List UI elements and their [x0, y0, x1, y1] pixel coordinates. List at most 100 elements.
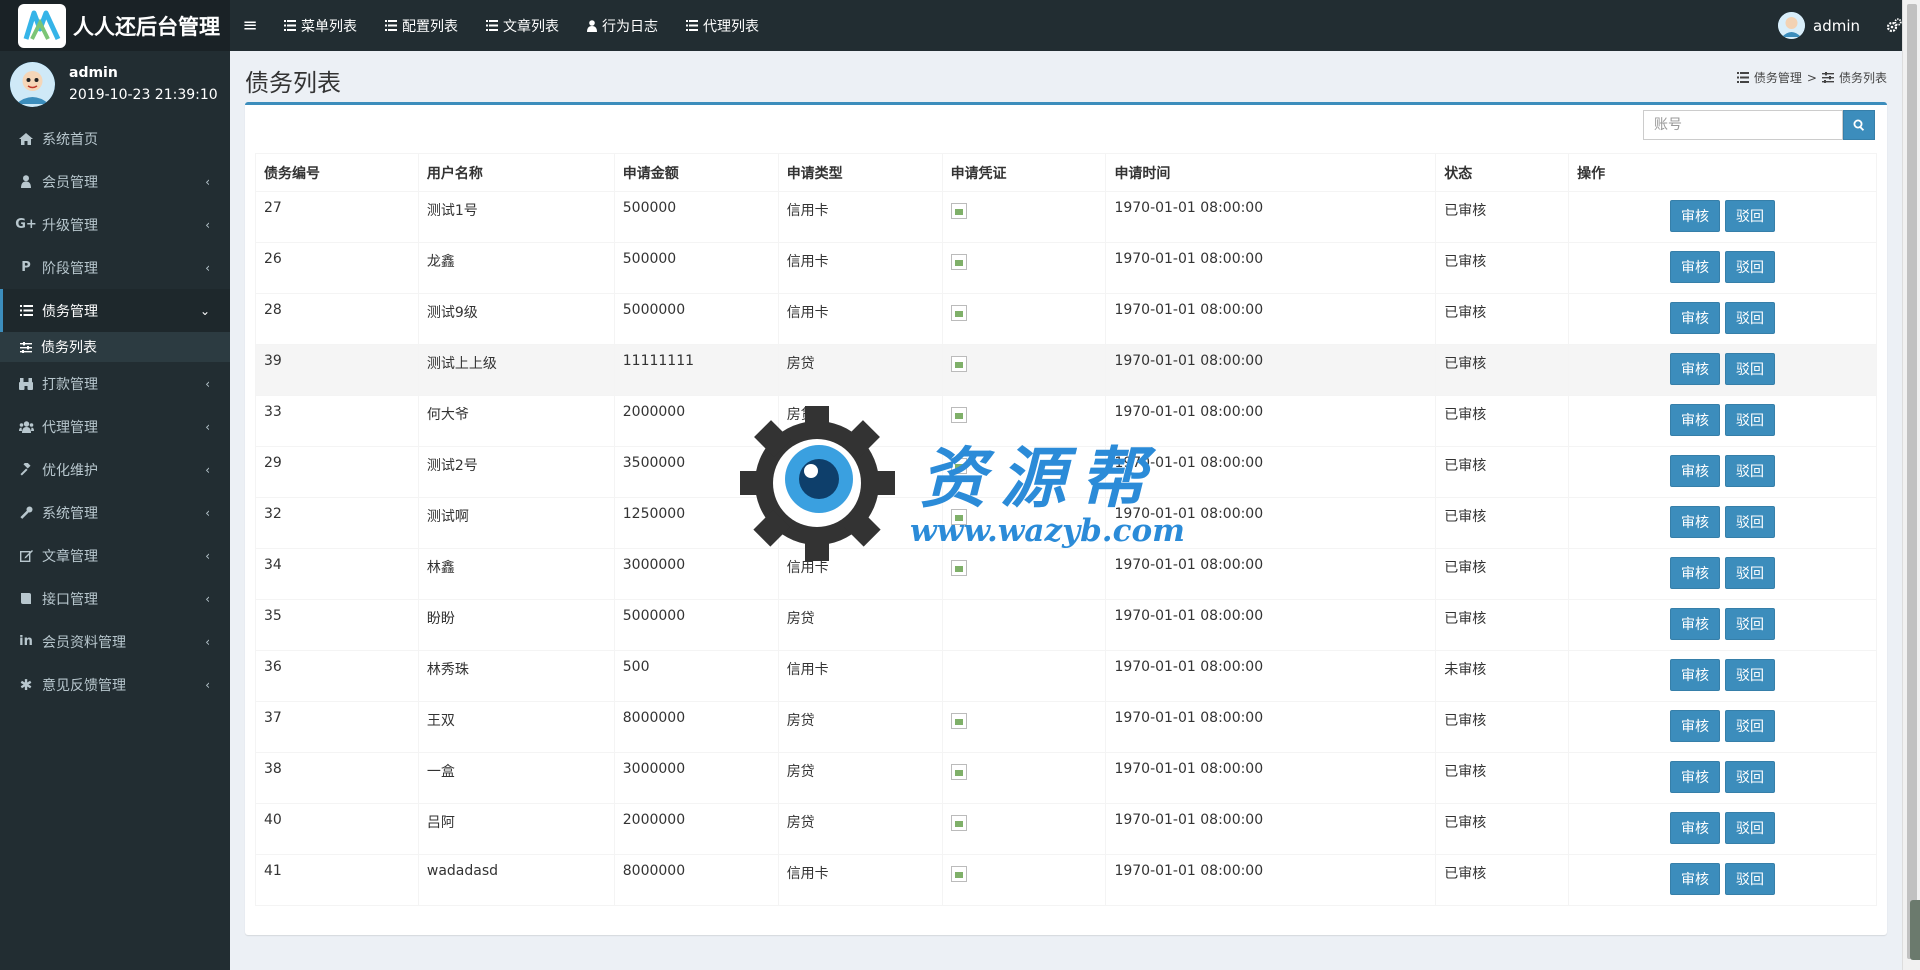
cell-voucher: [941, 293, 1107, 345]
cell-actions: 审核 驳回: [1568, 548, 1877, 600]
sidebar-item-upgrade[interactable]: G+ 升级管理 ‹: [0, 203, 230, 246]
column-header[interactable]: 状态: [1435, 153, 1570, 192]
cell-name: 林鑫: [417, 548, 615, 600]
cell-actions: 审核 驳回: [1568, 395, 1877, 447]
voucher-image-icon[interactable]: [950, 407, 967, 423]
voucher-image-icon[interactable]: [950, 509, 967, 525]
topnav-item-config-list[interactable]: 配置列表: [371, 0, 472, 51]
side-widget[interactable]: [1910, 900, 1920, 960]
user-menu[interactable]: admin: [1762, 12, 1876, 39]
top-right: admin: [1762, 0, 1920, 51]
topnav-item-behavior-log[interactable]: 行为日志: [573, 0, 672, 51]
table-row: 33 何大爷 2000000 房贷 1970-01-01 08:00:00 已审核 审核 驳回: [255, 395, 1877, 447]
reject-button[interactable]: 驳回: [1725, 404, 1776, 436]
approve-button[interactable]: 审核: [1670, 608, 1721, 640]
search-button[interactable]: [1843, 110, 1875, 140]
column-header[interactable]: 申请时间: [1105, 153, 1437, 192]
reject-button[interactable]: 驳回: [1725, 455, 1776, 487]
sidebar-item-home[interactable]: 系统首页: [0, 117, 230, 160]
sidebar-item-optimize[interactable]: 优化维护 ‹: [0, 448, 230, 491]
approve-button[interactable]: 审核: [1670, 812, 1721, 844]
cell-amount: 3500000: [613, 446, 779, 498]
approve-button[interactable]: 审核: [1670, 251, 1721, 283]
pinterest-icon: P: [21, 260, 31, 275]
reject-button[interactable]: 驳回: [1725, 353, 1776, 385]
sidebar-item-system[interactable]: 系统管理 ‹: [0, 491, 230, 534]
topnav-item-article-list[interactable]: 文章列表: [472, 0, 573, 51]
cell-type: 信用卡: [777, 293, 943, 345]
topnav-item-agent-list[interactable]: 代理列表: [672, 0, 773, 51]
sidebar-toggle-icon[interactable]: ≡: [230, 15, 270, 36]
cell-id: 34: [255, 548, 419, 600]
topnav-item-menu-list[interactable]: 菜单列表: [270, 0, 371, 51]
reject-button[interactable]: 驳回: [1725, 506, 1776, 538]
cell-voucher: [941, 395, 1107, 447]
voucher-image-icon[interactable]: [950, 713, 967, 729]
search-input[interactable]: [1643, 110, 1843, 140]
sidebar-item-agent[interactable]: 代理管理 ‹: [0, 405, 230, 448]
cell-time: 1970-01-01 08:00:00: [1105, 191, 1437, 243]
user-time: 2019-10-23 21:39:10: [69, 87, 218, 103]
sidebar-item-stage[interactable]: P 阶段管理 ‹: [0, 246, 230, 289]
google-plus-icon: G+: [15, 217, 37, 232]
column-header[interactable]: 用户名称: [417, 153, 615, 192]
cell-type: 房贷: [777, 752, 943, 804]
reject-button[interactable]: 驳回: [1725, 251, 1776, 283]
reject-button[interactable]: 驳回: [1725, 863, 1776, 895]
sidebar-subitem-debt-list[interactable]: 债务列表: [0, 332, 230, 362]
approve-button[interactable]: 审核: [1670, 710, 1721, 742]
approve-button[interactable]: 审核: [1670, 863, 1721, 895]
cell-name: 测试啊: [417, 497, 615, 549]
voucher-image-icon[interactable]: [950, 815, 967, 831]
column-header[interactable]: 申请金额: [613, 153, 779, 192]
breadcrumb-parent[interactable]: 债务管理: [1754, 69, 1802, 86]
reject-button[interactable]: 驳回: [1725, 557, 1776, 589]
sidebar-item-article[interactable]: 文章管理 ‹: [0, 534, 230, 577]
reject-button[interactable]: 驳回: [1725, 200, 1776, 232]
brand[interactable]: 人人还后台管理: [0, 0, 230, 51]
approve-button[interactable]: 审核: [1670, 404, 1721, 436]
page-scrollbar[interactable]: [1902, 0, 1920, 970]
approve-button[interactable]: 审核: [1670, 353, 1721, 385]
reject-button[interactable]: 驳回: [1725, 710, 1776, 742]
approve-button[interactable]: 审核: [1670, 659, 1721, 691]
approve-button[interactable]: 审核: [1670, 761, 1721, 793]
voucher-image-icon[interactable]: [950, 866, 967, 882]
voucher-image-icon[interactable]: [950, 356, 967, 372]
scrollbar-thumb[interactable]: [1907, 4, 1917, 959]
sidebar-item-debt[interactable]: 债务管理 ⌄: [0, 289, 230, 332]
column-header[interactable]: 申请凭证: [941, 153, 1107, 192]
approve-button[interactable]: 审核: [1670, 506, 1721, 538]
reject-button[interactable]: 驳回: [1725, 608, 1776, 640]
sidebar-item-members[interactable]: 会员管理 ‹: [0, 160, 230, 203]
sidebar-item-member-profile[interactable]: in 会员资料管理 ‹: [0, 620, 230, 663]
column-header[interactable]: 债务编号: [255, 153, 419, 192]
voucher-image-icon[interactable]: [950, 203, 967, 219]
approve-button[interactable]: 审核: [1670, 455, 1721, 487]
approve-button[interactable]: 审核: [1670, 200, 1721, 232]
reject-button[interactable]: 驳回: [1725, 302, 1776, 334]
voucher-image-icon[interactable]: [950, 254, 967, 270]
voucher-image-icon[interactable]: [950, 560, 967, 576]
reject-button[interactable]: 驳回: [1725, 812, 1776, 844]
cell-type: 信用卡: [777, 548, 943, 600]
voucher-image-icon[interactable]: [950, 458, 967, 474]
sidebar-item-label: 会员资料管理: [42, 634, 126, 651]
approve-button[interactable]: 审核: [1670, 302, 1721, 334]
asterisk-icon: ✱: [19, 675, 33, 694]
edit-icon: [18, 548, 34, 564]
reject-button[interactable]: 驳回: [1725, 659, 1776, 691]
sidebar-item-api[interactable]: 接口管理 ‹: [0, 577, 230, 620]
voucher-image-icon[interactable]: [950, 764, 967, 780]
sidebar-item-payment[interactable]: 打款管理 ‹: [0, 362, 230, 405]
sidebar-item-feedback[interactable]: ✱ 意见反馈管理 ‹: [0, 663, 230, 706]
column-header[interactable]: 申请类型: [777, 153, 943, 192]
cell-time: 1970-01-01 08:00:00: [1105, 599, 1437, 651]
reject-button[interactable]: 驳回: [1725, 761, 1776, 793]
cell-status: 已审核: [1435, 752, 1570, 804]
approve-button[interactable]: 审核: [1670, 557, 1721, 589]
cell-id: 32: [255, 497, 419, 549]
voucher-image-icon[interactable]: [950, 305, 967, 321]
table-row: 35 盼盼 5000000 房贷 1970-01-01 08:00:00 已审核 审核 驳回: [255, 599, 1877, 651]
list-icon: [18, 303, 34, 319]
